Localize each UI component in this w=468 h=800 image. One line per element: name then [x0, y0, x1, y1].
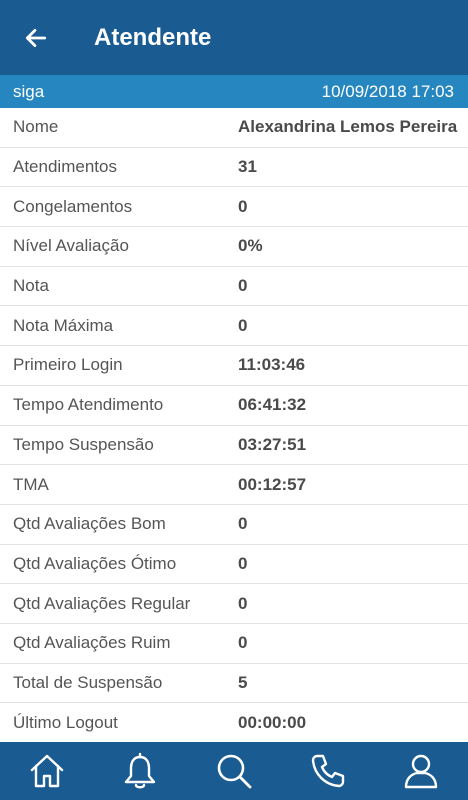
detail-row: Tempo Atendimento 06:41:32 [0, 386, 468, 426]
row-value: 31 [238, 157, 257, 177]
row-label: Último Logout [13, 712, 118, 732]
nav-search-button[interactable] [204, 742, 264, 800]
row-value: 00:12:57 [238, 474, 307, 494]
row-value: 11:03:46 [238, 355, 306, 375]
row-label: Nota [13, 276, 49, 296]
bell-icon [125, 752, 156, 789]
detail-row: Nome Alexandrina Lemos Pereira [0, 108, 468, 148]
detail-row: Qtd Avaliações Bom 0 [0, 505, 468, 545]
detail-row: Nota 0 [0, 267, 468, 307]
bottom-nav [0, 742, 468, 800]
row-label: Tempo Suspensão [13, 434, 154, 454]
user-icon [404, 754, 438, 789]
detail-row: Atendimentos 31 [0, 148, 468, 188]
row-value: 0 [238, 514, 248, 534]
page-title: Atendente [94, 23, 212, 51]
row-label: Primeiro Login [13, 355, 123, 375]
row-label: Nota Máxima [13, 315, 114, 335]
details-list: Nome Alexandrina Lemos Pereira Atendiment… [0, 108, 468, 743]
row-label: Qtd Avaliações Regular [13, 593, 191, 613]
detail-row: Primeiro Login 11:03:46 [0, 346, 468, 386]
detail-row: Congelamentos 0 [0, 187, 468, 228]
detail-row: Nota Máxima 0 [0, 306, 468, 347]
detail-row: Qtd Avaliações Ruim 0 [0, 624, 468, 664]
detail-row: Qtd Avaliações Ótimo 0 [0, 545, 468, 585]
subbar-left-text: siga [13, 81, 45, 101]
row-label: Qtd Avaliações Ruim [13, 633, 171, 653]
detail-row: Último Logout 00:00:00 [0, 703, 468, 743]
row-value: 0 [238, 276, 248, 296]
row-value: 0 [238, 593, 248, 613]
info-bar: siga 10/09/2018 17:03 [0, 75, 468, 108]
row-value: 0 [238, 196, 248, 216]
row-value: 06:41:32 [238, 395, 307, 415]
detail-row: Nível Avaliação 0% [0, 227, 468, 267]
detail-row: Qtd Avaliações Regular 0 [0, 584, 468, 624]
nav-notifications-button[interactable] [110, 742, 170, 800]
row-label: Nome [13, 117, 59, 137]
detail-row: Tempo Suspensão 03:27:51 [0, 426, 468, 466]
row-value: 0 [238, 633, 248, 653]
row-value: 0 [238, 553, 248, 573]
row-value: 00:00:00 [238, 712, 307, 732]
row-label: Atendimentos [13, 157, 117, 177]
arrow-left-icon [25, 28, 47, 47]
nav-home-button[interactable] [17, 742, 77, 800]
detail-row: TMA 00:12:57 [0, 465, 468, 505]
app-bar: Atendente [0, 0, 468, 75]
row-label: TMA [13, 474, 49, 494]
search-icon [217, 754, 252, 789]
phone-icon [311, 754, 344, 788]
row-label: Qtd Avaliações Ótimo [13, 553, 177, 573]
subbar-datetime: 10/09/2018 17:03 [321, 81, 454, 101]
app-screen: Atendente siga 10/09/2018 17:03 Nome Alex… [0, 0, 468, 800]
home-icon [30, 754, 63, 788]
row-value: 5 [238, 672, 248, 692]
row-value: 03:27:51 [238, 434, 307, 454]
back-button[interactable] [6, 0, 66, 75]
row-value: 0% [238, 236, 263, 256]
row-label: Tempo Atendimento [13, 395, 164, 415]
row-value: 0 [238, 315, 248, 335]
row-value: Alexandrina Lemos Pereira [238, 117, 458, 137]
detail-row: Total de Suspensão 5 [0, 664, 468, 704]
row-label: Nível Avaliação [13, 236, 129, 256]
nav-profile-button[interactable] [391, 742, 451, 800]
nav-phone-button[interactable] [298, 742, 358, 800]
row-label: Congelamentos [13, 196, 133, 216]
row-label: Qtd Avaliações Bom [13, 514, 166, 534]
row-label: Total de Suspensão [13, 672, 163, 692]
